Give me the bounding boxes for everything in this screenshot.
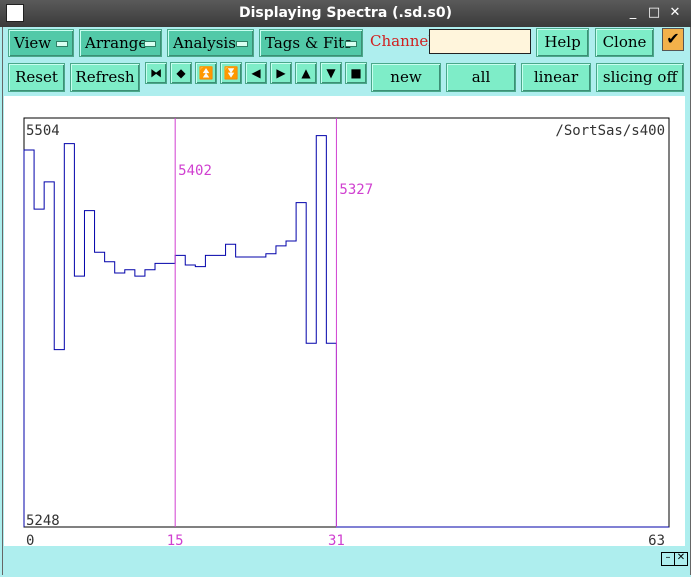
dropdown-indicator-icon xyxy=(345,41,357,47)
new-button[interactable]: new xyxy=(371,63,441,92)
y-min-label: 5248 xyxy=(26,513,60,529)
scroll-up-icon[interactable]: ▲ xyxy=(295,62,317,84)
dropdown-indicator-icon xyxy=(56,41,68,47)
title-bar: Displaying Spectra (.sd.s0) _ □ ✕ xyxy=(0,0,691,27)
channel-input[interactable] xyxy=(429,29,531,54)
arrange-menu-label: Arrange xyxy=(85,34,148,52)
x-tick-label: 31 xyxy=(328,533,345,549)
analysis-menu[interactable]: Analysis xyxy=(167,29,254,57)
y-max-label: 5504 xyxy=(26,123,60,139)
marker-label: 5402 xyxy=(178,163,212,179)
expand-x-icon[interactable]: ⧓ xyxy=(145,62,167,84)
view-menu[interactable]: View xyxy=(8,29,74,57)
dropdown-indicator-icon xyxy=(236,41,248,47)
minimize-icon[interactable]: _ xyxy=(625,5,641,21)
view-menu-label: View xyxy=(14,34,52,52)
clone-button[interactable]: Clone xyxy=(595,28,654,57)
scroll-right-icon[interactable]: ▶ xyxy=(270,62,292,84)
marker-label: 5327 xyxy=(339,182,373,198)
close-icon[interactable]: ✕ xyxy=(667,5,683,21)
x-tick-label: 0 xyxy=(26,533,34,549)
spectrum-plot[interactable]: 5402 5327 5504 5248/SortSas/s400 0 15 31 63 xyxy=(4,96,685,549)
linear-button[interactable]: linear xyxy=(521,63,591,92)
x-tick-label: 63 xyxy=(648,533,665,549)
expand-y-icon[interactable]: ⏫ xyxy=(195,62,217,84)
plot-frame xyxy=(23,117,670,528)
status-bar xyxy=(4,549,685,573)
shrink-y-icon[interactable]: ⏬ xyxy=(220,62,242,84)
spectrum-name: /SortSas/s400 xyxy=(555,123,665,139)
reset-button[interactable]: Reset xyxy=(8,63,65,92)
arrange-menu[interactable]: Arrange xyxy=(79,29,162,57)
slicing-button[interactable]: slicing off xyxy=(596,63,684,92)
channel-label: Channel: xyxy=(370,32,439,50)
checkbox-toggle[interactable]: ✔ xyxy=(662,28,684,51)
shrink-x-icon[interactable]: ◆ xyxy=(170,62,192,84)
maximize-icon[interactable]: □ xyxy=(646,5,662,21)
scroll-left-icon[interactable]: ◀ xyxy=(245,62,267,84)
tags-fits-menu[interactable]: Tags & Fits xyxy=(259,29,363,57)
tags-fits-menu-label: Tags & Fits xyxy=(265,34,352,52)
scroll-down-icon[interactable]: ▼ xyxy=(320,62,342,84)
full-view-icon[interactable]: ■ xyxy=(345,62,367,84)
help-button[interactable]: Help xyxy=(536,28,589,57)
all-button[interactable]: all xyxy=(446,63,516,92)
minimize-pane-icon[interactable]: – xyxy=(661,552,675,566)
analysis-menu-label: Analysis xyxy=(173,34,236,52)
window-title: Displaying Spectra (.sd.s0) xyxy=(238,5,453,21)
dropdown-indicator-icon xyxy=(144,41,156,47)
close-pane-icon[interactable]: ✕ xyxy=(674,552,688,566)
refresh-button[interactable]: Refresh xyxy=(70,63,140,92)
x-tick-label: 15 xyxy=(167,533,184,549)
